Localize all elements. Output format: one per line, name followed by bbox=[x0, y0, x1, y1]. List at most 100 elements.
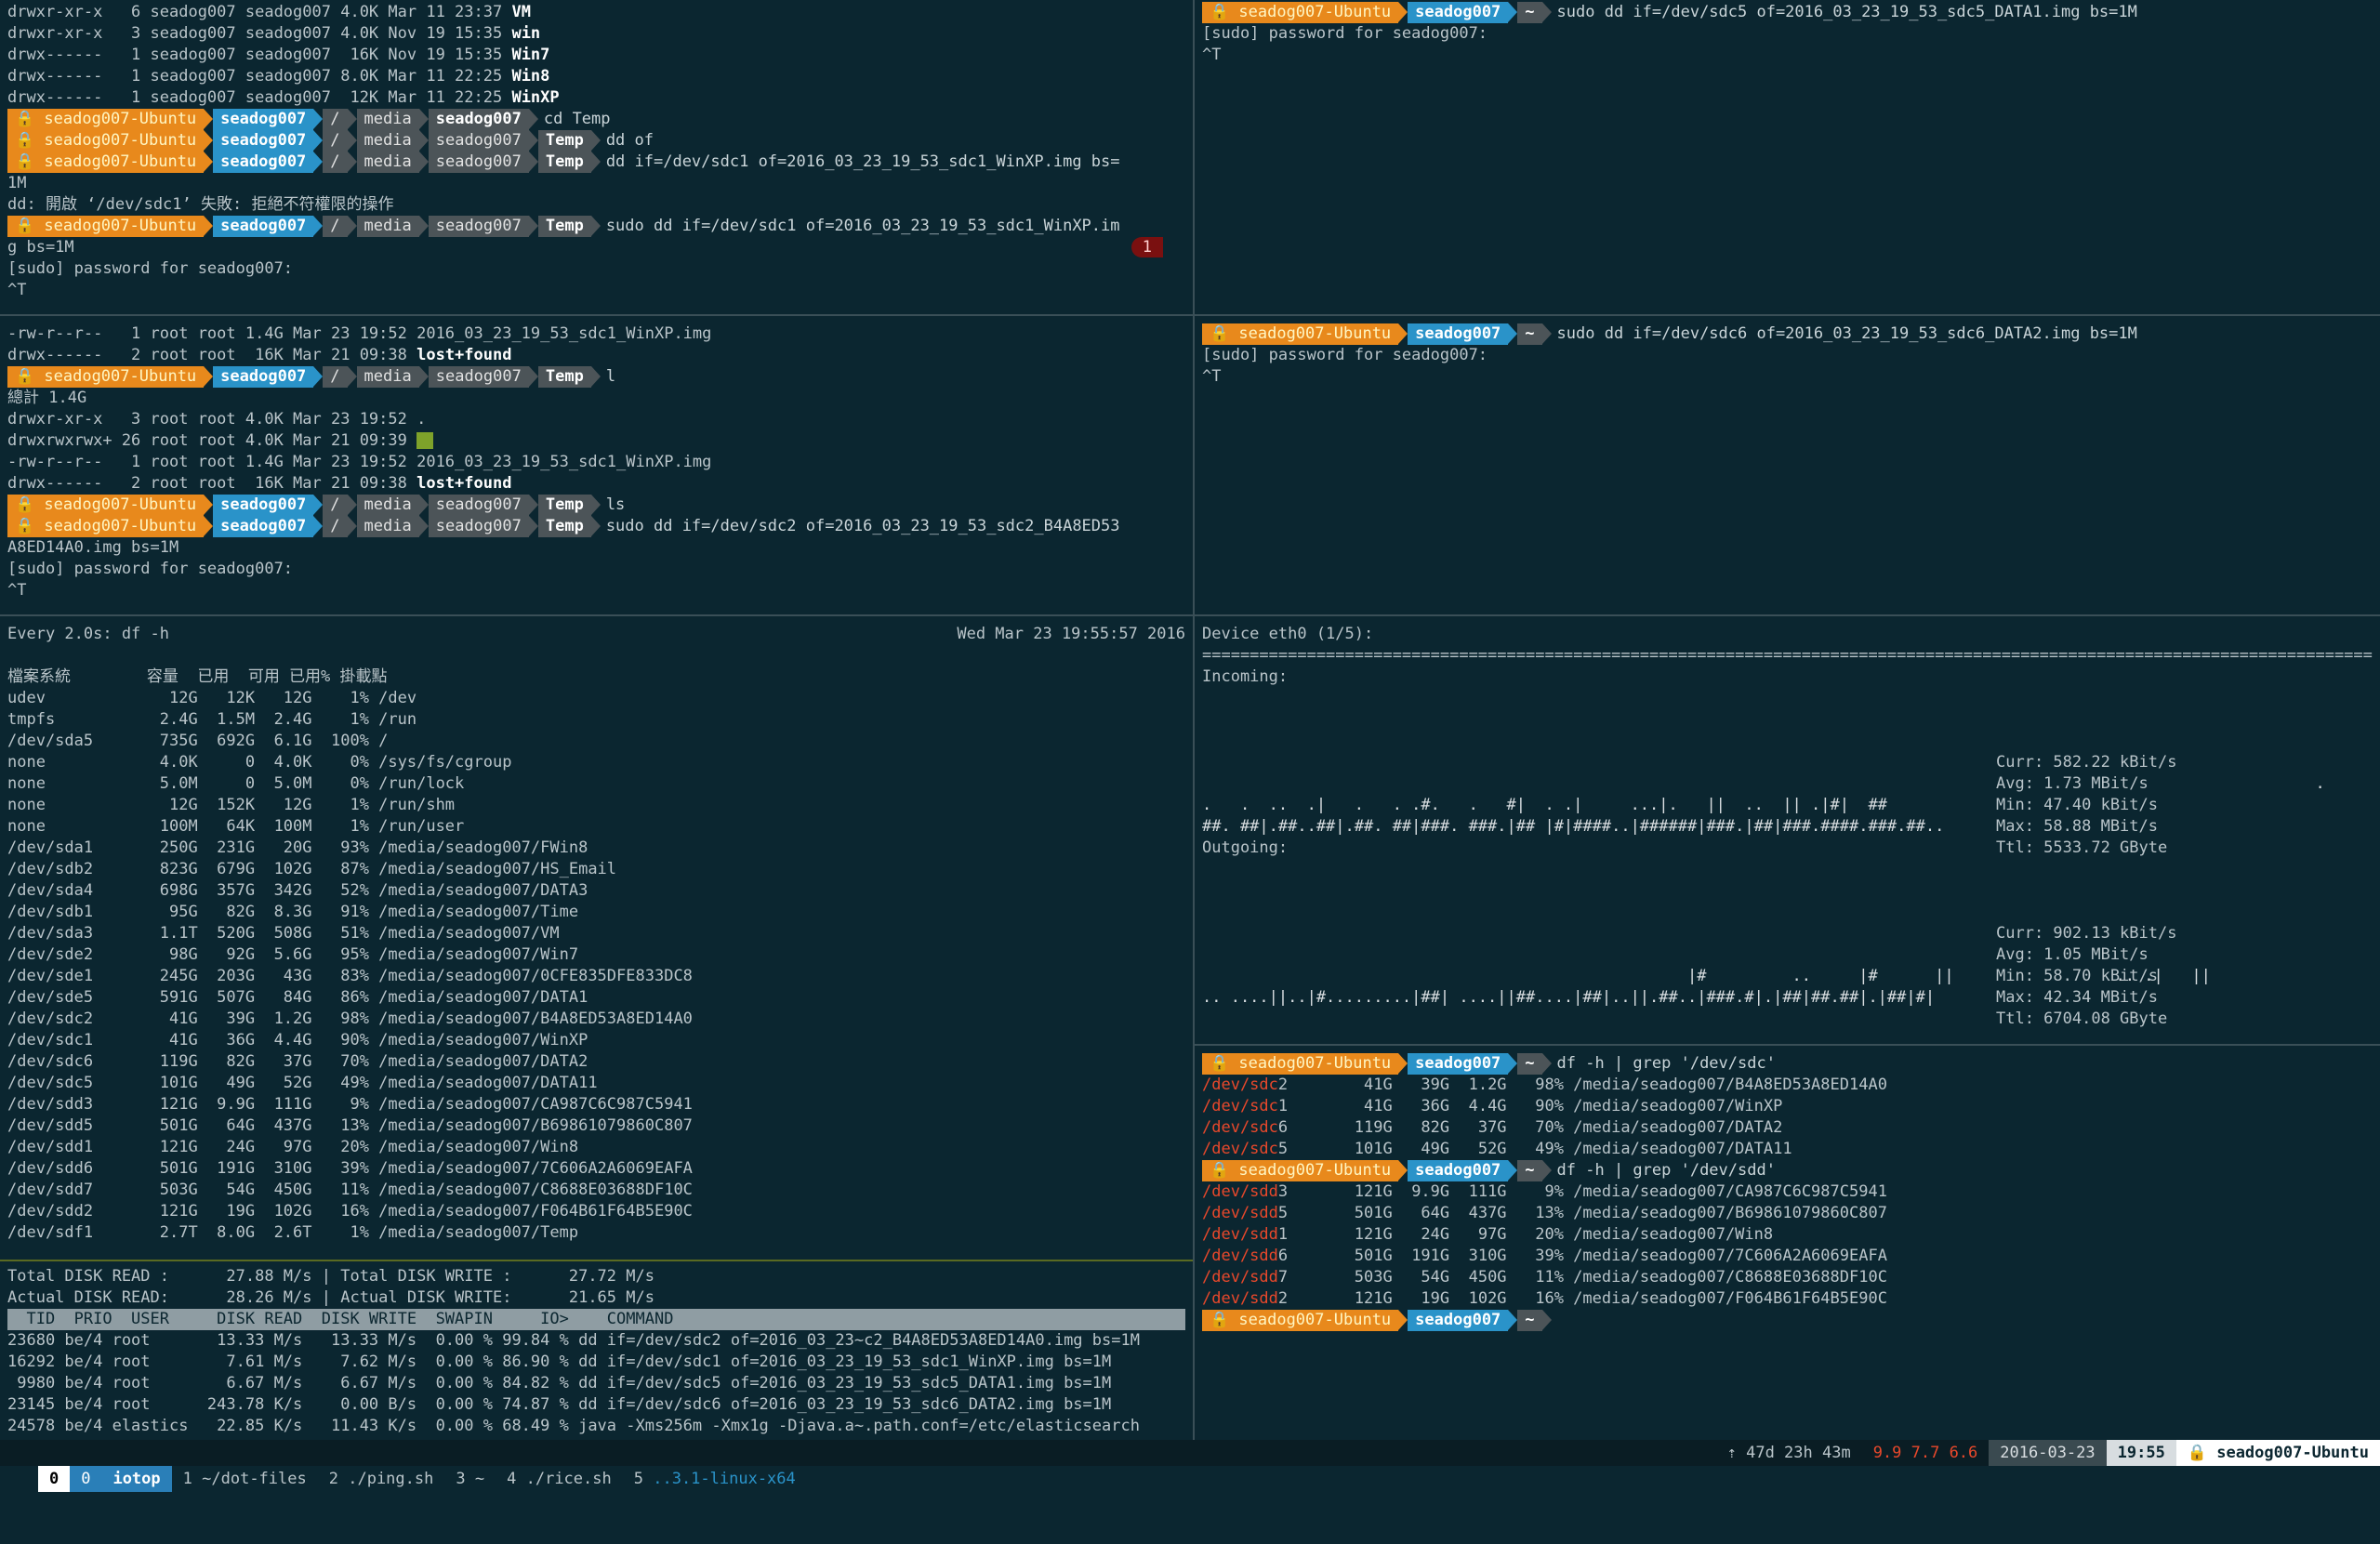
shell-prompt: 🔒 seadog007-Ubuntu seadog007/media seadog0… bbox=[7, 366, 1185, 388]
prompt-user: seadog007 bbox=[213, 130, 324, 152]
iotop-row: 9980 be/4 root 6.67 M/s 6.67 M/s 0.00 % … bbox=[7, 1374, 1112, 1392]
password-prompt[interactable]: [sudo] password for seadog007: bbox=[7, 559, 1185, 580]
pane-iotop[interactable]: Total DISK READ : 27.88 M/s | Total DISK… bbox=[0, 1264, 1193, 1440]
pane-mid-left[interactable]: -rw-r--r-- 1 root root 1.4G Mar 23 19:52… bbox=[0, 322, 1193, 614]
df-row: none 4.0K 0 4.0K 0% /sys/fs/cgroup bbox=[7, 753, 512, 772]
pane-nload[interactable]: Device eth0 (1/5): =====================… bbox=[1195, 622, 2380, 1044]
window-tab[interactable]: 2 ./ping.sh bbox=[318, 1466, 445, 1492]
incoming-graph: . . . ## . . .. .| . . .#. . #| . .| ...… bbox=[1202, 688, 2373, 857]
command-text: sudo dd if=/dev/sdc2 of=2016_03_23_19_53… bbox=[605, 517, 1120, 535]
window-tab[interactable]: 1 ~/dot-files bbox=[172, 1466, 318, 1492]
prompt-host: 🔒 seadog007-Ubuntu bbox=[7, 152, 214, 173]
traffic-stat: Min: 47.40 kBit/s bbox=[1996, 796, 2158, 814]
window-tab[interactable]: 3 ~ bbox=[444, 1466, 496, 1492]
prompt-user: seadog007 bbox=[213, 495, 324, 516]
prompt-path: media bbox=[356, 516, 429, 537]
parent-dir-highlight bbox=[416, 432, 434, 449]
command-text: dd if=/dev/sdc1 of=2016_03_23_19_53_sdc1… bbox=[605, 152, 1120, 171]
prompt-user: seadog007 bbox=[213, 366, 324, 388]
prompt-path: ~ bbox=[1517, 1160, 1552, 1181]
df-row: /dev/sda3 1.1T 520G 508G 51% /media/sead… bbox=[7, 924, 560, 943]
window-name: ./ping.sh bbox=[348, 1470, 434, 1488]
usage-info: 119G 82G 37G 70% /media/seadog007/DATA2 bbox=[1288, 1118, 1783, 1137]
outgoing-graph: |# .. |# || .. .| || .. ....||..|#......… bbox=[1202, 859, 2373, 1028]
traffic-stat: Max: 58.88 MBit/s bbox=[1996, 817, 2158, 836]
window-index: 1 bbox=[182, 1470, 192, 1488]
dir-name: VM bbox=[511, 3, 531, 21]
pane-divider-2[interactable] bbox=[0, 614, 2380, 616]
shell-prompt: 🔒 seadog007-Ubuntu seadog007/media seadog0… bbox=[7, 516, 1185, 537]
password-prompt[interactable]: [sudo] password for seadog007: bbox=[1202, 23, 2373, 45]
grep-results-sdc: /dev/sdc2 41G 39G 1.2G 98% /media/seadog… bbox=[1202, 1075, 2373, 1160]
iotop-row: 23680 be/4 root 13.33 M/s 13.33 M/s 0.00… bbox=[7, 1331, 1140, 1350]
shell-prompt: 🔒 seadog007-Ubuntu seadog007/media seadog0… bbox=[7, 130, 1185, 152]
pane-divider-3[interactable] bbox=[1194, 1044, 2380, 1046]
status-host: 🔒 seadog007-Ubuntu bbox=[2175, 1440, 2380, 1466]
iotop-header[interactable]: TID PRIO USER DISK READ DISK WRITE SWAPI… bbox=[7, 1309, 1185, 1330]
shell-prompt: 🔒 seadog007-Ubuntu seadog007 ~ sudo dd if=/… bbox=[1202, 323, 2373, 345]
window-tab[interactable]: 5 ..3.1-linux-x64 bbox=[623, 1466, 807, 1492]
prompt-host: 🔒 seadog007-Ubuntu bbox=[7, 216, 214, 237]
terminal-window: drwxr-xr-x 6 seadog007 seadog007 4.0K Ma… bbox=[0, 0, 2380, 1492]
traffic-stat: Curr: 582.22 kBit/s bbox=[1996, 753, 2177, 772]
prompt-host: 🔒 seadog007-Ubuntu bbox=[1202, 2, 1408, 23]
pane-watch-df[interactable]: Every 2.0s: df -h Wed Mar 23 19:55:57 201… bbox=[0, 622, 1193, 1260]
usage-info: 501G 64G 437G 13% /media/seadog007/B6986… bbox=[1288, 1204, 1887, 1222]
prompt-user: seadog007 bbox=[213, 109, 324, 130]
status-right: ⇡ 47d 23h 43m 9.9 7.7 6.6 2016-03-23 19:55 🔒… bbox=[1716, 1440, 2380, 1466]
df-row: /dev/sdd6 501G 191G 310G 39% /media/sead… bbox=[7, 1159, 693, 1178]
outgoing-graph-row bbox=[1202, 859, 2373, 880]
window-name: ~ bbox=[474, 1470, 485, 1488]
df-row: /dev/sdd2 121G 19G 102G 16% /media/seado… bbox=[7, 1202, 693, 1221]
usage-info: 41G 36G 4.4G 90% /media/seadog007/WinXP bbox=[1288, 1097, 1783, 1115]
prompt-user: seadog007 bbox=[1408, 2, 1518, 23]
grep-row: /dev/sdc6 119G 82G 37G 70% /media/seadog… bbox=[1202, 1117, 2373, 1139]
pane-divider-1[interactable] bbox=[0, 314, 2380, 316]
df-row: none 12G 152K 12G 1% /run/shm bbox=[7, 796, 456, 814]
iotop-total: Total DISK READ : 27.88 M/s | Total DISK… bbox=[7, 1267, 654, 1286]
shell-prompt[interactable]: 🔒 seadog007-Ubuntu seadog007 ~ bbox=[1202, 1310, 2373, 1331]
prompt-path: Temp bbox=[537, 216, 601, 237]
window-tab[interactable]: 4 ./rice.sh bbox=[496, 1466, 623, 1492]
current-window-name[interactable]: iotop bbox=[101, 1466, 172, 1492]
grep-row: /dev/sdd6 501G 191G 310G 39% /media/sead… bbox=[1202, 1246, 2373, 1267]
pane-grep[interactable]: 🔒 seadog007-Ubuntu seadog007 ~ df -h | grep… bbox=[1195, 1051, 2380, 1440]
window-index: 3 bbox=[456, 1470, 466, 1488]
device-number: 5 bbox=[1277, 1204, 1289, 1222]
command-text: ls bbox=[605, 495, 626, 514]
device-match: /dev/sdd bbox=[1202, 1289, 1278, 1308]
current-window-index[interactable]: 0 bbox=[70, 1466, 102, 1492]
prompt-path: media bbox=[356, 216, 429, 237]
shell-prompt: 🔒 seadog007-Ubuntu seadog007/media seadog0… bbox=[7, 152, 1185, 173]
ls-line: drwx------ 2 root root 16K Mar 21 09:38 bbox=[7, 474, 417, 493]
prompt-user: seadog007 bbox=[1408, 1310, 1518, 1331]
df-row: /dev/sdd3 121G 9.9G 111G 9% /media/seado… bbox=[7, 1095, 693, 1114]
pane-top-right[interactable]: 🔒 seadog007-Ubuntu seadog007 ~ sudo dd if=/… bbox=[1195, 0, 2380, 314]
prompt-path: seadog007 bbox=[428, 152, 538, 173]
ls-line: drwxrwxrwx+ 26 root root 4.0K Mar 21 09:… bbox=[7, 431, 417, 450]
df-row: /dev/sdb2 823G 679G 102G 87% /media/sead… bbox=[7, 860, 617, 878]
incoming-graph-row bbox=[1202, 688, 2373, 709]
session-indicator[interactable]: 0 bbox=[37, 1466, 71, 1492]
prompt-user: seadog007 bbox=[213, 516, 324, 537]
device-match: /dev/sdd bbox=[1202, 1204, 1278, 1222]
nload-device: Device eth0 (1/5): bbox=[1202, 625, 1374, 643]
dir-name: WinXP bbox=[511, 88, 560, 107]
usage-info: 121G 9.9G 111G 9% /media/seadog007/CA987… bbox=[1288, 1182, 1887, 1201]
prompt-path: Temp bbox=[537, 516, 601, 537]
prompt-host: 🔒 seadog007-Ubuntu bbox=[7, 366, 214, 388]
pane-top-left[interactable]: drwxr-xr-x 6 seadog007 seadog007 4.0K Ma… bbox=[0, 0, 1193, 314]
ls-line: drwxr-xr-x 3 root root 4.0K Mar 23 19:52… bbox=[7, 410, 427, 429]
outgoing-graph-row bbox=[1202, 880, 2373, 902]
device-match: /dev/sdd bbox=[1202, 1268, 1278, 1287]
password-prompt[interactable]: [sudo] password for seadog007: bbox=[1202, 345, 2373, 366]
prompt-host: 🔒 seadog007-Ubuntu bbox=[7, 495, 214, 516]
pane-mid-right[interactable]: 🔒 seadog007-Ubuntu seadog007 ~ sudo dd if=/… bbox=[1195, 322, 2380, 614]
traffic-stat: Curr: 902.13 kBit/s bbox=[1996, 924, 2177, 943]
usage-info: 41G 39G 1.2G 98% /media/seadog007/B4A8ED… bbox=[1288, 1076, 1887, 1094]
pane-divider-4[interactable] bbox=[0, 1260, 1193, 1261]
password-prompt[interactable]: [sudo] password for seadog007: bbox=[7, 258, 1185, 280]
shell-prompt: 🔒 seadog007-Ubuntu seadog007/media seadog0… bbox=[7, 495, 1185, 516]
